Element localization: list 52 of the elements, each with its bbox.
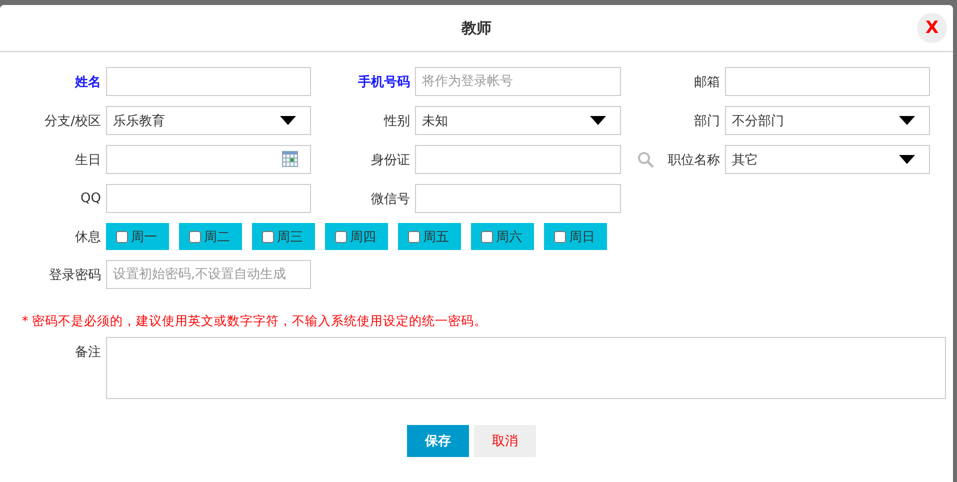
checkbox[interactable]	[335, 230, 347, 242]
checkbox[interactable]	[116, 230, 128, 242]
caret-icon	[899, 155, 915, 164]
cancel-button[interactable]: 取消	[474, 425, 536, 457]
save-button[interactable]: 保存	[407, 425, 469, 457]
calendar-icon	[282, 151, 298, 167]
day-checkbox[interactable]: 周一	[106, 223, 169, 250]
field-label: 微信号	[371, 190, 410, 208]
field-label: 备注	[74, 344, 101, 362]
input-field[interactable]	[106, 67, 311, 96]
input-field[interactable]	[725, 67, 930, 96]
day-checkbox[interactable]: 周四	[325, 223, 388, 250]
checkbox[interactable]	[554, 230, 566, 242]
search-icon[interactable]	[637, 151, 654, 168]
caret-icon	[590, 116, 606, 125]
day-checkbox[interactable]: 周日	[544, 223, 607, 250]
checkbox[interactable]	[189, 230, 201, 242]
caret-icon	[899, 116, 915, 125]
select-field[interactable]: 乐乐教育	[106, 106, 311, 135]
field-label: 部门	[694, 112, 720, 130]
checkbox[interactable]	[408, 230, 420, 242]
day-checkbox[interactable]: 周六	[471, 223, 534, 250]
field-label: 分支/校区	[44, 112, 101, 130]
dialog-title: 教师	[462, 18, 492, 38]
day-checkbox[interactable]: 周五	[398, 223, 461, 250]
password-note: * 密码不是必须的，建议使用英文或数字字符，不输入系统使用设定的统一密码。	[21, 312, 488, 329]
checkbox[interactable]	[262, 230, 274, 242]
day-checkbox[interactable]: 周三	[252, 223, 315, 250]
close-button[interactable]: X	[917, 13, 947, 43]
password-field[interactable]: 设置初始密码,不设置自动生成	[106, 260, 311, 289]
field-label: 邮箱	[694, 74, 720, 90]
select-field[interactable]: 不分部门	[725, 106, 930, 135]
field-label: 身份证	[371, 152, 410, 168]
field-label: 职位名称	[668, 152, 720, 168]
remark-field[interactable]	[106, 337, 946, 399]
select-field[interactable]: 未知	[415, 106, 621, 135]
field-label: 休息	[75, 228, 101, 246]
input-field[interactable]	[415, 145, 621, 174]
checkbox[interactable]	[481, 230, 493, 242]
input-field[interactable]	[415, 184, 621, 213]
field-label: 生日	[75, 152, 101, 168]
field-label: 手机号码	[358, 74, 410, 90]
select-field[interactable]: 其它	[725, 145, 930, 174]
input-field[interactable]: 将作为登录帐号	[415, 67, 621, 96]
field-label: 登录密码	[49, 266, 101, 284]
field-label: 姓名	[75, 74, 101, 90]
caret-icon	[280, 116, 296, 125]
input-field[interactable]	[106, 184, 311, 213]
date-field[interactable]	[106, 145, 311, 174]
field-label: 性别	[384, 112, 410, 130]
day-checkbox[interactable]: 周二	[179, 223, 242, 250]
field-label: QQ	[80, 191, 101, 206]
